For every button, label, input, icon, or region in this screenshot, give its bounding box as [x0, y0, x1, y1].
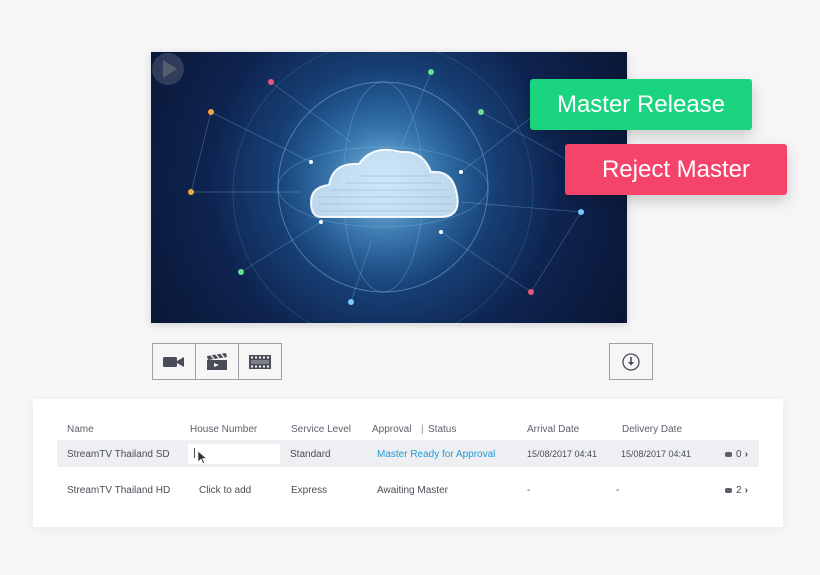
play-icon[interactable]	[151, 52, 185, 86]
header-divider: |	[421, 424, 424, 435]
row1-status-link[interactable]: Master Ready for Approval	[377, 449, 495, 460]
header-house-number[interactable]: House Number	[190, 424, 257, 435]
row2-comments[interactable]: 2 ›	[725, 485, 748, 496]
reject-master-button[interactable]: Reject Master	[565, 144, 787, 195]
row2-comment-count: 2	[736, 485, 742, 496]
video-camera-icon	[163, 356, 184, 367]
header-name[interactable]: Name	[67, 424, 94, 435]
chevron-right-icon[interactable]: ›	[745, 449, 748, 460]
video-camera-button[interactable]	[153, 344, 196, 379]
row1-comments[interactable]: 0 ›	[725, 449, 748, 460]
header-arrival-date[interactable]: Arrival Date	[527, 424, 579, 435]
row1-comment-count: 0	[736, 449, 742, 460]
row2-name[interactable]: StreamTV Thailand HD	[67, 485, 170, 496]
header-status[interactable]: Status	[428, 424, 456, 435]
download-icon	[622, 352, 640, 371]
row1-service-level: Standard	[290, 449, 331, 460]
row1-delivery-date: 15/08/2017 04:41	[621, 449, 692, 459]
header-delivery-date[interactable]: Delivery Date	[622, 424, 682, 435]
comment-icon	[725, 487, 732, 493]
chevron-right-icon[interactable]: ›	[745, 485, 748, 496]
header-service-level[interactable]: Service Level	[291, 424, 351, 435]
text-caret	[194, 448, 195, 458]
row1-name[interactable]: StreamTV Thailand SD	[67, 449, 170, 460]
row2-service-level: Express	[291, 485, 328, 496]
download-button[interactable]	[609, 343, 653, 380]
header-approval[interactable]: Approval	[372, 424, 411, 435]
row2-status: Awaiting Master	[377, 485, 448, 496]
row1-arrival-date: 15/08/2017 04:41	[527, 449, 598, 459]
row2-arrival-date: -	[527, 485, 531, 496]
master-release-button[interactable]: Master Release	[530, 79, 752, 130]
row2-house-number[interactable]: Click to add	[199, 485, 251, 496]
clapperboard-button[interactable]	[196, 344, 239, 379]
clapperboard-icon	[207, 352, 227, 370]
mouse-pointer-icon	[198, 451, 207, 464]
film-strip-icon	[249, 354, 271, 369]
row2-delivery-date: -	[616, 485, 620, 496]
media-toolbar	[152, 343, 282, 380]
comment-icon	[725, 451, 732, 457]
film-strip-button[interactable]	[239, 344, 281, 379]
deliveries-table: Name House Number Service Level Approval…	[33, 399, 783, 527]
